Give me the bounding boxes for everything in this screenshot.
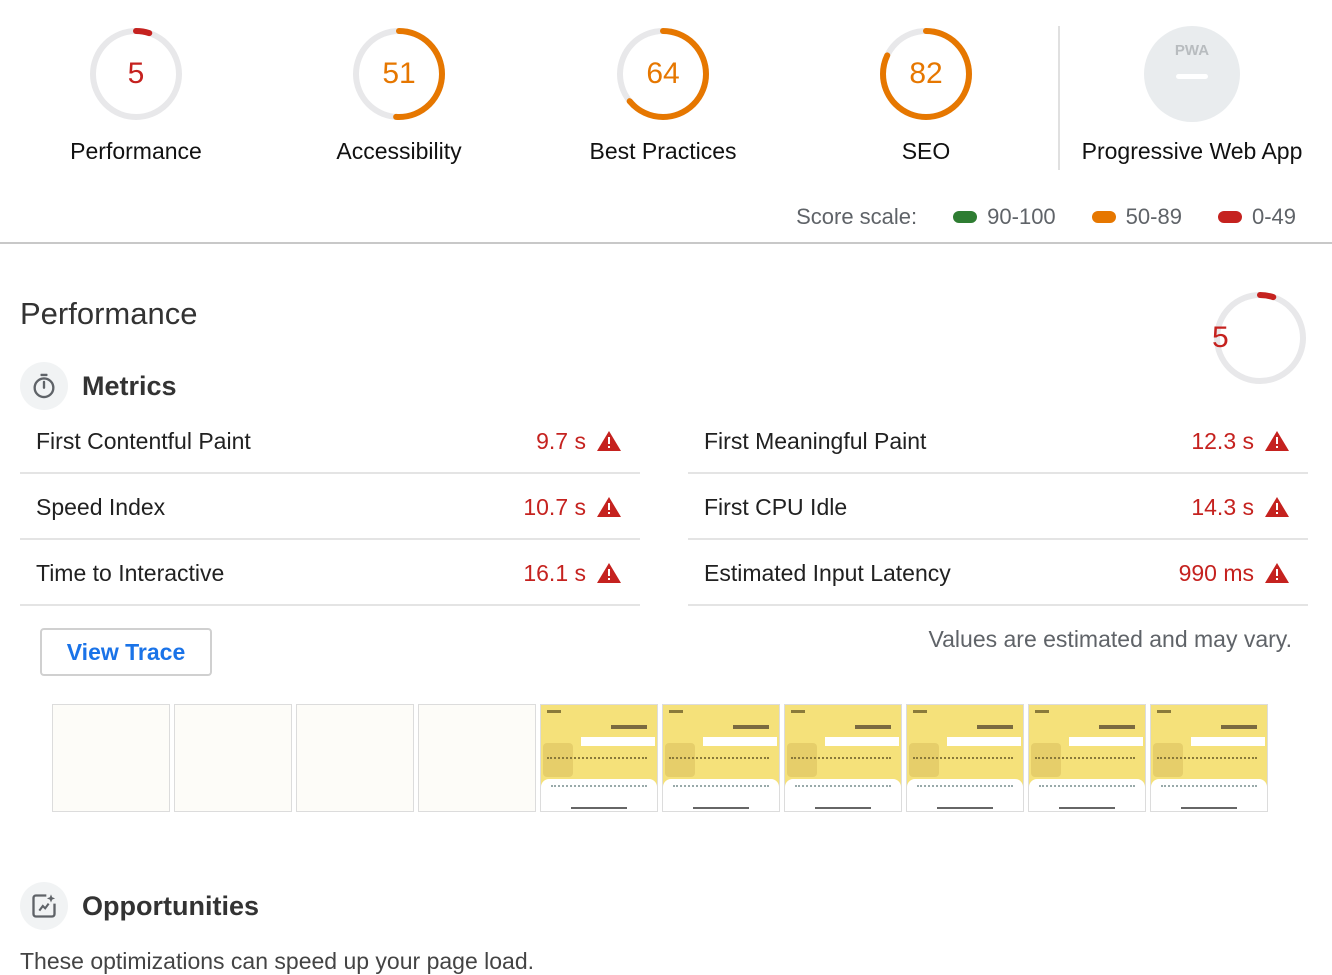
metric-value: 9.7 s [536,428,586,454]
metric-value: 14.3 s [1191,494,1254,520]
gauge-label: Performance [70,138,202,164]
scale-fail: 0-49 [1217,204,1296,230]
filmstrip-frame [784,704,902,812]
filmstrip-frame [906,704,1024,812]
opportunity-icon [20,882,68,930]
metric-value: 16.1 s [523,560,586,586]
performance-section-title: Performance [20,296,198,331]
scale-average-pill [1091,211,1116,223]
performance-section-gauge: 5 [1212,290,1308,386]
scale-fail-pill [1217,211,1242,223]
warning-triangle-icon [597,497,621,517]
metric-row: First Contentful Paint 9.7 s [20,410,640,474]
warning-triangle-icon [1265,563,1289,583]
gauge-score: 51 [382,57,416,90]
performance-section-score: 5 [1212,321,1229,354]
metric-name: First CPU Idle [704,494,848,520]
pwa-badge-text: PWA [1174,42,1210,59]
warning-triangle-icon [1265,431,1289,451]
pwa-badge-icon: PWA [1144,26,1240,122]
filmstrip-frame [1028,704,1146,812]
metrics-heading: Metrics [20,362,177,410]
filmstrip-frame [540,704,658,812]
gauge-pwa[interactable]: PWA Progressive Web App [1060,26,1324,165]
filmstrip-frame [1150,704,1268,812]
gauge-label: Progressive Web App [1081,138,1303,164]
metric-value: 990 ms [1178,560,1254,586]
metric-row: Estimated Input Latency 990 ms [688,542,1308,606]
gauge-score: 82 [909,57,943,90]
warning-triangle-icon [597,431,621,451]
opportunities-heading: Opportunities [20,882,259,930]
estimate-note: Values are estimated and may vary. [928,626,1293,652]
score-scale-label: Score scale: [796,204,918,229]
scale-average: 50-89 [1091,204,1182,230]
score-scale: Score scale: 90-100 50-89 0-49 [796,204,1296,230]
stopwatch-icon [20,362,68,410]
gauge-score: 5 [127,57,145,90]
metric-row: First CPU Idle 14.3 s [688,476,1308,540]
scale-pass-pill [953,211,978,223]
view-trace-button[interactable]: View Trace [40,628,212,676]
filmstrip-frame [174,704,292,812]
scale-pass-range: 90-100 [987,204,1056,229]
filmstrip-frame [418,704,536,812]
scale-average-range: 50-89 [1125,204,1182,229]
metric-name: First Contentful Paint [36,428,251,454]
scale-pass: 90-100 [953,204,1056,230]
metrics-heading-text: Metrics [82,370,177,401]
metric-value: 12.3 s [1191,428,1254,454]
filmstrip [52,704,1272,812]
gauge-score: 64 [646,57,680,90]
score-summary: 5 Performance 51 Accessibility 64 Best P… [0,0,1332,244]
gauge-label: SEO [901,138,951,164]
metric-name: Time to Interactive [36,560,225,586]
metric-row: Speed Index 10.7 s [20,476,640,540]
warning-triangle-icon [597,563,621,583]
metric-row: First Meaningful Paint 12.3 s [688,410,1308,474]
gauge-label: Best Practices [589,138,737,164]
gauge-label: Accessibility [336,138,462,164]
warning-triangle-icon [1265,497,1289,517]
filmstrip-frame [52,704,170,812]
metric-value: 10.7 s [523,494,586,520]
metric-name: Speed Index [36,494,166,520]
metric-name: Estimated Input Latency [704,560,951,586]
scale-fail-range: 0-49 [1251,204,1296,229]
filmstrip-frame [662,704,780,812]
gauge-best-practices[interactable]: 64 Best Practices [531,26,795,165]
gauge-performance[interactable]: 5 Performance [4,26,268,165]
metric-row: Time to Interactive 16.1 s [20,542,640,606]
gauge-accessibility[interactable]: 51 Accessibility [267,26,531,165]
filmstrip-frame [296,704,414,812]
gauge-seo[interactable]: 82 SEO [794,26,1058,165]
opportunities-heading-text: Opportunities [82,890,259,921]
metric-name: First Meaningful Paint [704,428,927,454]
pwa-dash [1176,74,1208,79]
